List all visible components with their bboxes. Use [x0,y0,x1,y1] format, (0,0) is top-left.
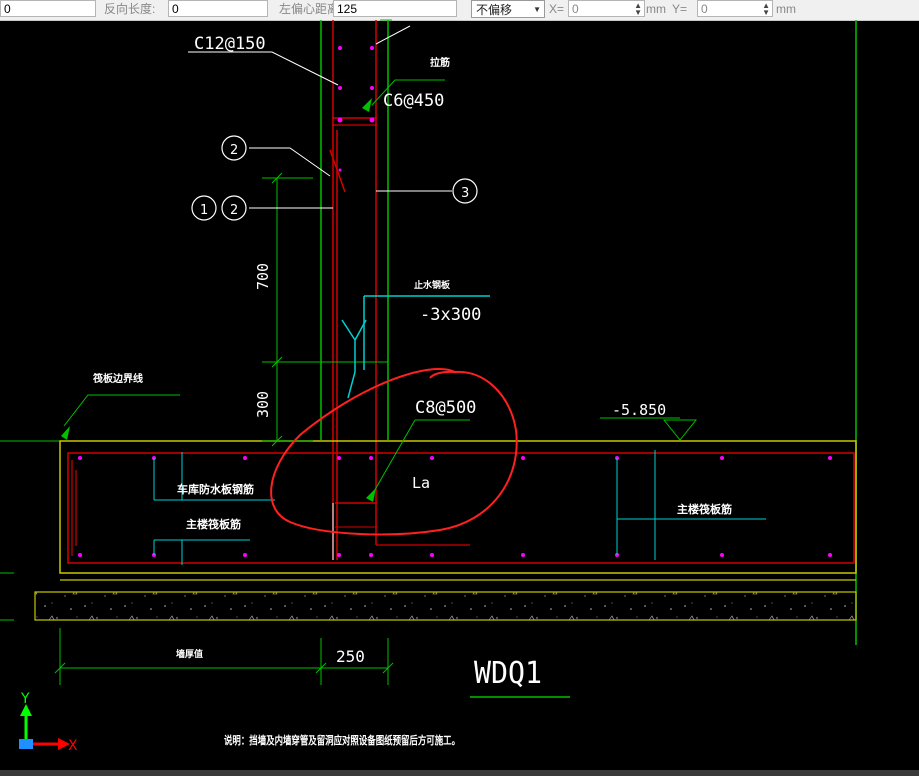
green-leaders [63,79,680,496]
axis-y-label: Y [20,691,30,707]
label-c6: C6@450 [383,91,444,111]
raft-rebar [67,452,855,564]
ucs-axis-icon: Y X [19,691,78,754]
label-wall-thickness: 墙厚值 [176,648,203,660]
blinding-layer [34,591,857,621]
dimension-700: 700 [254,263,272,290]
label-raft-boundary: 筏板边界线 [93,372,143,385]
raft-slab-outline [59,440,857,574]
label-extrude: 拉筋 [430,56,450,69]
drawing-title: WDQ1 [474,656,542,691]
rebar-markers [153,450,766,565]
callout-2: 2 [230,203,238,218]
label-la: La [412,474,430,492]
label-main-raft-rebar-right: 主楼筏板筋 [677,502,732,516]
label-c8: C8@500 [415,398,476,418]
label-c12: C12@150 [194,34,266,54]
status-strip [0,770,919,776]
elevation-marker [662,419,698,441]
label-garage-rebar: 车库防水板钢筋 [177,482,254,496]
note-text: 说明：挡墙及内墙穿管及留洞应对照设备图纸预留后方可施工。 [224,733,460,747]
callout-2-top: 2 [230,143,238,158]
label-waterstop-size: -3x300 [420,305,481,325]
markup-annotation [270,368,518,536]
callout-3: 3 [461,186,469,201]
dimension-250: 250 [336,647,365,666]
axis-x-label: X [68,738,78,754]
callout-1: 1 [200,203,208,218]
label-elevation: -5.850 [612,401,666,419]
label-main-raft-rebar-left: 主楼筏板筋 [186,517,241,531]
dimension-300: 300 [254,391,272,418]
label-waterstop: 止水钢板 [414,279,451,291]
cad-canvas[interactable]: C12@150 拉筋 C6@450 2 1 2 3 700 300 止水钢板 -… [0,0,919,776]
